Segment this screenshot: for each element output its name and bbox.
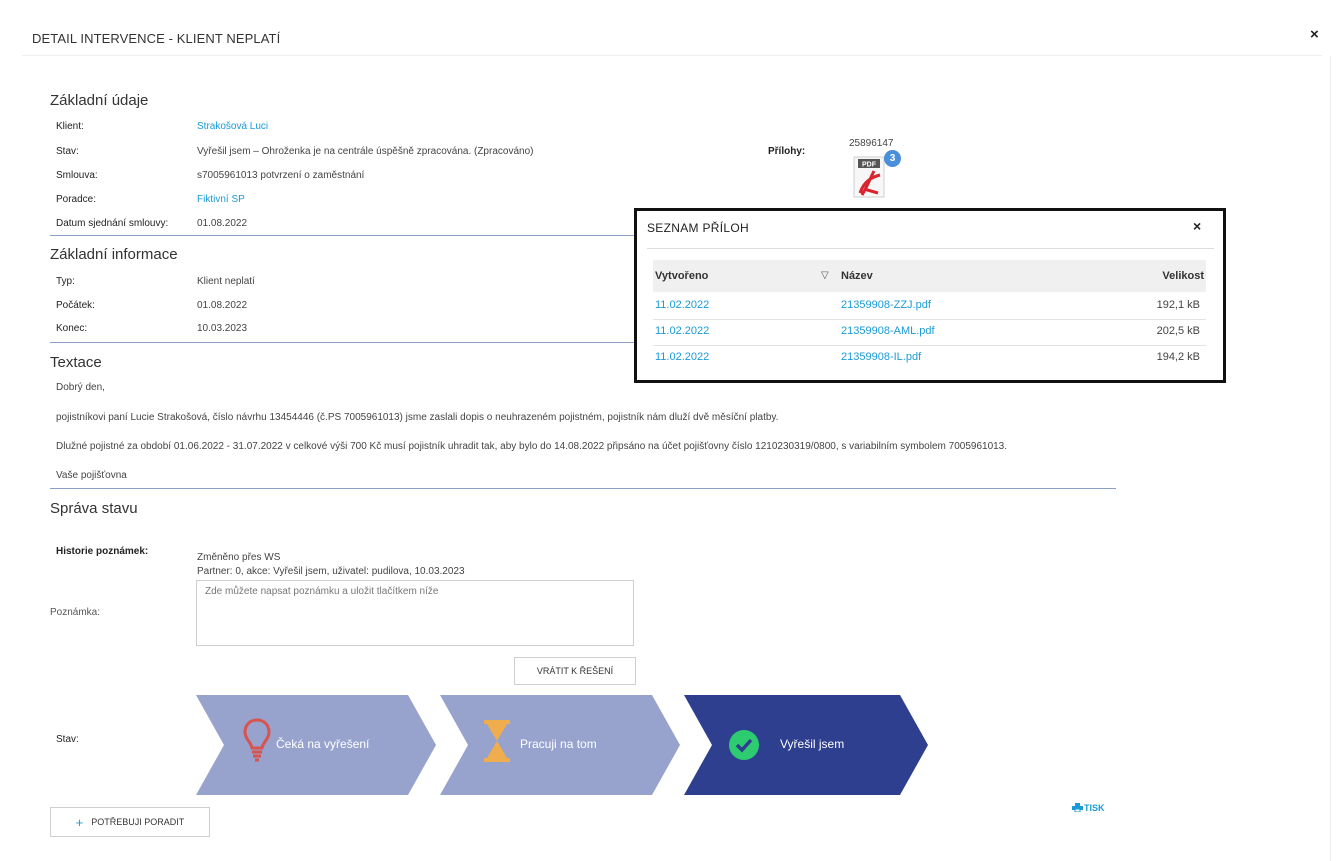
plus-icon: + [75, 814, 84, 830]
note-textarea[interactable]: Zde můžete napsat poznámku a uložit tlač… [196, 580, 634, 646]
table-row: 11.02.2022 21359908-AML.pdf 202,5 kB [653, 319, 1206, 346]
print-link[interactable]: TISK [1072, 803, 1105, 813]
section-title-info: Základní informace [50, 246, 178, 263]
attachments-label: Přílohy: [768, 146, 806, 157]
field-value-end: 10.03.2023 [197, 323, 248, 334]
popup-title: SEZNAM PŘÍLOH [647, 221, 749, 235]
textace-line: pojistníkovi paní Lucie Strakošová, čísl… [56, 412, 779, 423]
field-label-type: Typ: [56, 276, 75, 287]
row-created[interactable]: 11.02.2022 [655, 325, 709, 337]
section-divider [50, 342, 640, 343]
step-resolved[interactable]: Vyřešil jsem [684, 695, 928, 795]
row-file-link[interactable]: 21359908-AML.pdf [841, 325, 935, 337]
section-title-sprava: Správa stavu [50, 500, 138, 517]
row-file-link[interactable]: 21359908-ZZJ.pdf [841, 299, 931, 311]
field-value-contract: s7005961013 potvrzení o zaměstnání [197, 170, 365, 181]
field-value-date: 01.08.2022 [197, 218, 248, 229]
dialog-title: DETAIL INTERVENCE - KLIENT NEPLATÍ [32, 31, 281, 46]
section-divider [50, 235, 640, 236]
step-label: Pracuji na tom [520, 737, 597, 751]
row-size: 202,5 kB [1156, 325, 1200, 337]
table-row: 11.02.2022 21359908-ZZJ.pdf 192,1 kB [653, 293, 1206, 320]
row-size: 194,2 kB [1156, 351, 1200, 363]
field-label-start: Počátek: [56, 300, 95, 311]
field-value-state: Vyřešil jsem – Ohroženka je na centrále … [197, 146, 534, 157]
section-divider [50, 488, 1116, 489]
row-created[interactable]: 11.02.2022 [655, 351, 709, 363]
history-line: Změněno přes WS [197, 552, 281, 563]
history-line: Partner: 0, akce: Vyřešil jsem, uživatel… [197, 566, 465, 577]
advisor-link[interactable]: Fiktivní SP [197, 194, 245, 205]
header-divider [22, 55, 1322, 56]
lightbulb-icon [242, 717, 272, 768]
return-to-solving-button[interactable]: VRÁTIT K ŘEŠENÍ [514, 657, 636, 685]
row-created[interactable]: 11.02.2022 [655, 299, 709, 311]
row-size: 192,1 kB [1156, 299, 1200, 311]
printer-icon [1072, 803, 1083, 813]
state-label: Stav: [56, 734, 79, 745]
field-label-advisor: Poradce: [56, 194, 97, 205]
field-label-client: Klient: [56, 121, 84, 132]
step-label: Vyřešil jsem [780, 737, 845, 751]
textace-line: Dobrý den, [56, 382, 105, 393]
step-label: Čeká na vyřešení [276, 737, 370, 751]
table-row: 11.02.2022 21359908-IL.pdf 194,2 kB [653, 345, 1206, 371]
field-label-contract: Smlouva: [56, 170, 98, 181]
column-header-size[interactable]: Velikost [1162, 270, 1204, 282]
attachments-table-header: Vytvořeno ▽ Název Velikost [653, 260, 1206, 292]
note-label: Poznámka: [50, 607, 101, 618]
attachments-number: 25896147 [849, 138, 894, 149]
pdf-label: PDF [862, 162, 877, 169]
column-header-created[interactable]: Vytvořeno [655, 270, 708, 282]
field-value-type: Klient neplatí [197, 276, 255, 287]
history-label: Historie poznámek: [56, 546, 149, 557]
check-circle-icon [728, 729, 760, 766]
section-title-basic: Základní údaje [50, 92, 149, 109]
popup-close-icon[interactable]: × [1193, 218, 1201, 234]
column-header-name[interactable]: Název [841, 270, 873, 282]
field-label-end: Konec: [56, 323, 88, 334]
textace-line: Dlužné pojistné za období 01.06.2022 - 3… [56, 441, 1008, 452]
row-file-link[interactable]: 21359908-IL.pdf [841, 351, 921, 363]
popup-divider [647, 248, 1214, 249]
need-advice-button[interactable]: + POTŘEBUJI PORADIT [50, 807, 210, 837]
need-advice-label: POTŘEBUJI PORADIT [91, 817, 185, 827]
attachments-popup: SEZNAM PŘÍLOH × Vytvořeno ▽ Název Veliko… [634, 208, 1226, 383]
client-link[interactable]: Strakošová Luci [197, 121, 268, 132]
field-label-state: Stav: [56, 146, 79, 157]
step-working[interactable]: Pracuji na tom [440, 695, 680, 795]
textace-line: Vaše pojišťovna [56, 470, 127, 481]
field-label-date: Datum sjednání smlouvy: [56, 218, 169, 229]
field-value-start: 01.08.2022 [197, 300, 248, 311]
filter-icon[interactable]: ▽ [821, 270, 829, 281]
print-label: TISK [1084, 803, 1105, 813]
hourglass-icon [482, 719, 512, 768]
attachments-count-badge: 3 [884, 150, 901, 167]
close-icon[interactable]: × [1310, 26, 1319, 43]
step-waiting[interactable]: Čeká na vyřešení [196, 695, 436, 795]
section-title-textace: Textace [50, 354, 102, 371]
scroll-divider [1330, 56, 1331, 861]
